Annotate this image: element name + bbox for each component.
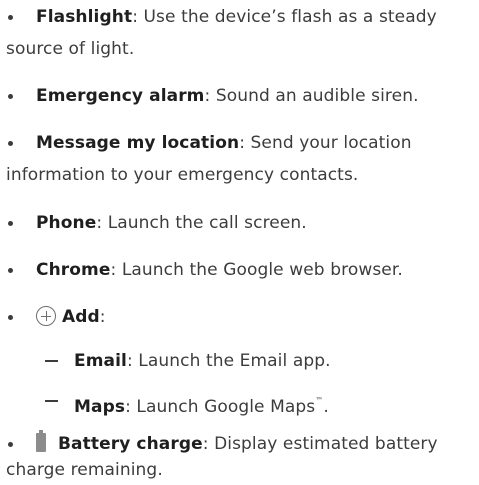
item-term: Add [62,307,100,327]
bullet [8,94,13,99]
item-desc: : Launch Google Maps [125,397,316,417]
bullet [8,15,13,20]
item-term: Phone [36,213,97,233]
plus-circle-icon [36,306,56,326]
item-term: Email [74,351,127,371]
item-continuation: information to your emergency contacts. [6,165,359,185]
item-desc: : Send your location [239,133,412,153]
bullet [8,221,13,226]
item-line: Flashlight: Use the device’s flash as a … [36,2,437,32]
item-desc: : Sound an audible siren. [204,86,419,106]
item-line: Phone: Launch the call screen. [36,208,307,238]
item-continuation: charge remaining. [6,460,163,480]
item-term: Chrome [36,260,111,280]
battery-icon [36,430,46,452]
item-term: Battery charge [58,434,203,454]
item-line: Message my location: Send your location [36,128,412,158]
item-line: Emergency alarm: Sound an audible siren. [36,81,419,111]
item-desc: : Use the device’s flash as a steady [132,7,437,27]
item-desc: : Launch the call screen. [96,213,307,233]
item-line: Maps: Launch Google Maps™. [74,386,329,422]
item-continuation: source of light. [6,39,135,59]
bullet [8,442,13,447]
item-term: Maps [74,397,126,417]
item-term: Message my location [36,133,240,153]
item-desc-end: . [323,397,329,417]
bullet [8,141,13,146]
item-term: Flashlight [36,7,133,27]
item-line: Add: [36,302,106,332]
item-line: Email: Launch the Email app. [74,346,331,376]
item-desc: : Launch the Email app. [126,351,331,371]
dash-marker [45,400,58,402]
item-term: Emergency alarm [36,86,205,106]
item-desc: : Launch the Google web browser. [110,260,403,280]
item-line: Chrome: Launch the Google web browser. [36,255,403,285]
item-desc: : [99,307,106,327]
item-desc: : Display estimated battery [202,434,438,454]
bullet-list-page: Flashlight: Use the device’s flash as a … [0,0,479,485]
dash-marker [45,360,58,362]
bullet [8,268,13,273]
bullet [8,315,13,320]
